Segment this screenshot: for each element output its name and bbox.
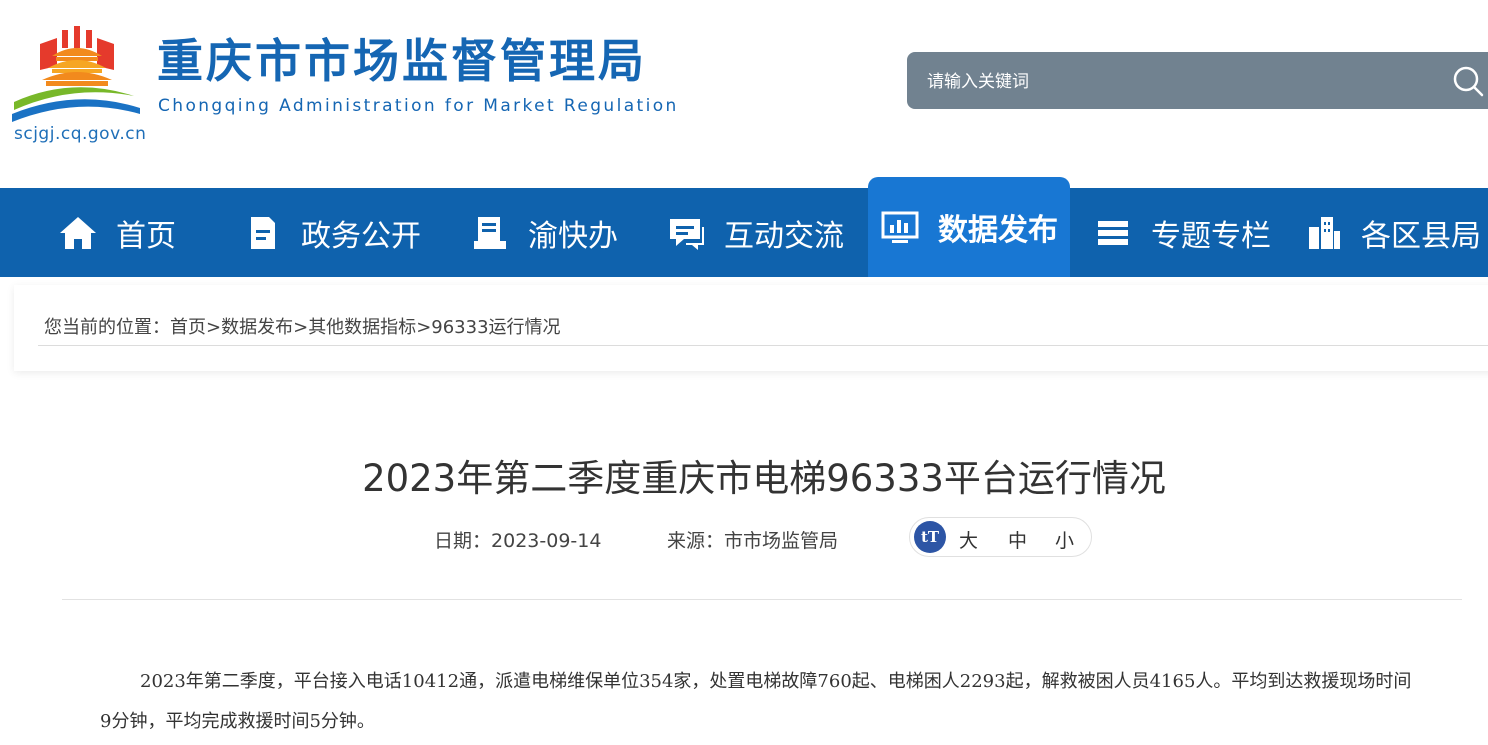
source-label: 来源：	[667, 530, 725, 552]
breadcrumb-link-other-indicators[interactable]: 其他数据指标	[308, 317, 416, 338]
nav-item-districts[interactable]: 各区县局	[1303, 188, 1481, 277]
breadcrumb-separator: >	[293, 317, 309, 338]
source-value: 市市场监管局	[724, 530, 839, 552]
font-size-small-button[interactable]: 小	[1055, 526, 1074, 553]
site-domain: scjgj.cq.gov.cn	[14, 124, 147, 144]
breadcrumb-underline	[38, 345, 1488, 346]
search-box	[907, 52, 1488, 111]
date-label: 日期：	[434, 530, 492, 552]
site-header: scjgj.cq.gov.cn 重庆市市场监督管理局 Chongqing Adm…	[0, 0, 1488, 188]
font-size-icon: tT	[914, 521, 946, 553]
nav-item-label: 渝快办	[528, 218, 618, 254]
font-size-large-button[interactable]: 大	[959, 526, 978, 553]
stack-icon	[1098, 220, 1128, 245]
breadcrumb-card: 您当前的位置：首页>数据发布>其他数据指标>96333运行情况	[14, 285, 1488, 371]
logo-emblem-icon[interactable]	[12, 26, 142, 126]
font-size-medium-button[interactable]: 中	[1008, 526, 1027, 553]
nav-item-label: 专题专栏	[1151, 218, 1271, 254]
breadcrumb-prefix: 您当前的位置：	[44, 317, 170, 338]
date-value: 2023-09-14	[491, 530, 602, 552]
chat-icon	[670, 218, 704, 250]
document-icon	[251, 216, 275, 249]
handbook-icon	[474, 216, 506, 249]
nav-item-yukuaiban[interactable]: 渝快办	[470, 188, 618, 277]
article-source: 来源：市市场监管局	[667, 526, 838, 553]
home-icon	[60, 216, 96, 249]
nav-item-home[interactable]: 首页	[58, 188, 176, 277]
nav-item-label: 互动交流	[724, 218, 844, 254]
article-date: 日期：2023-09-14	[434, 526, 601, 553]
nav-item-interaction[interactable]: 互动交流	[666, 188, 844, 277]
site-subtitle: Chongqing Administration for Market Regu…	[158, 96, 679, 116]
breadcrumb-separator: >	[206, 317, 222, 338]
chart-monitor-icon	[881, 211, 919, 243]
article-body: 2023年第二季度，平台接入电话10412通，派遣电梯维保单位354家，处置电梯…	[100, 671, 1412, 732]
search-icon[interactable]	[1452, 65, 1484, 97]
article-title: 2023年第二季度重庆市电梯96333平台运行情况	[362, 457, 1166, 500]
nav-item-special-topics[interactable]: 专题专栏	[1093, 188, 1271, 277]
article-divider	[62, 599, 1462, 600]
breadcrumb-link-data-release[interactable]: 数据发布	[221, 317, 293, 338]
breadcrumb-separator: >	[416, 317, 432, 338]
nav-item-label: 各区县局	[1361, 218, 1481, 254]
font-size-switch: tT 大 中 小	[909, 517, 1092, 557]
nav-item-government-affairs[interactable]: 政务公开	[243, 188, 421, 277]
nav-item-data-release[interactable]: 数据发布	[868, 177, 1070, 277]
breadcrumb: 您当前的位置：首页>数据发布>其他数据指标>96333运行情况	[44, 313, 561, 339]
site-title[interactable]: 重庆市市场监督管理局	[157, 38, 647, 84]
breadcrumb-link-96333[interactable]: 96333运行情况	[431, 317, 560, 338]
buildings-icon	[1309, 216, 1340, 249]
main-nav: 首页 政务公开 渝快办 互动交流 数据发布 专题专栏 各区县局	[0, 177, 1488, 277]
search-input[interactable]	[925, 52, 1429, 111]
nav-item-label: 政务公开	[301, 218, 421, 254]
nav-item-label: 数据发布	[938, 213, 1058, 248]
nav-item-label: 首页	[116, 218, 176, 254]
breadcrumb-link-home[interactable]: 首页	[170, 317, 206, 338]
